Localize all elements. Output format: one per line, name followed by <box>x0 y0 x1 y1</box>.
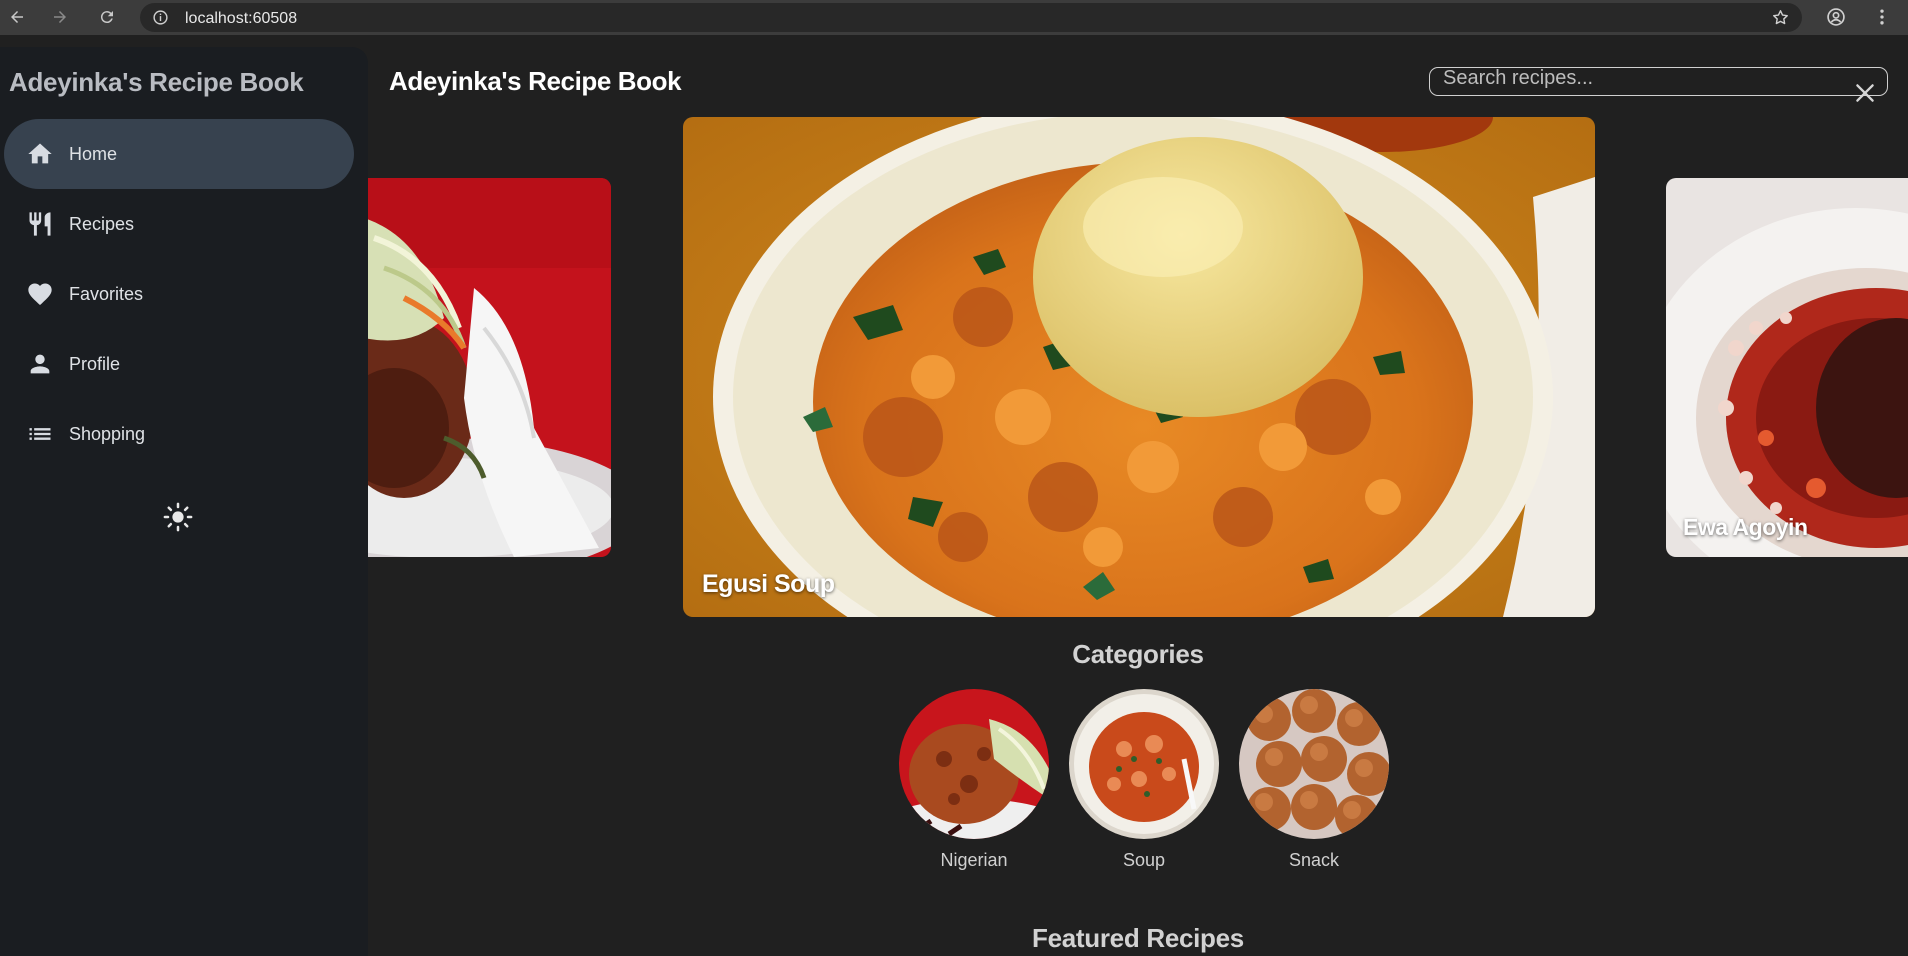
sidebar-item-label: Home <box>69 144 118 164</box>
sidebar-item-recipes[interactable]: Recipes <box>4 189 354 259</box>
search-input[interactable] <box>1430 68 1887 95</box>
list-icon <box>29 428 51 440</box>
profile-icon[interactable] <box>1826 7 1846 27</box>
sidebar-item-label: Recipes <box>69 214 135 234</box>
sidebar-item-label: Profile <box>69 354 121 374</box>
reload-icon[interactable] <box>96 6 118 28</box>
sidebar-item-shopping[interactable]: Shopping <box>4 399 354 469</box>
category-label: Snack <box>1288 850 1340 870</box>
slide-caption: Ewa Agoyin <box>1683 514 1808 540</box>
featured-recipes-title: Featured Recipes <box>1032 923 1244 953</box>
forward-icon[interactable] <box>49 6 71 28</box>
sidebar: Adeyinka's Recipe Book Home Recipes Favo… <box>0 47 368 956</box>
app-root: Adeyinka's Recipe Book Home Recipes Favo… <box>0 35 1908 956</box>
search-box[interactable] <box>1429 67 1888 96</box>
page-title: Adeyinka's Recipe Book <box>389 66 682 96</box>
site-info-icon[interactable] <box>152 9 169 26</box>
sun-icon[interactable] <box>163 502 193 532</box>
menu-dots-icon[interactable] <box>1872 7 1892 27</box>
sidebar-brand: Adeyinka's Recipe Book <box>9 67 304 97</box>
category-nigerian[interactable]: Nigerian <box>899 689 1049 871</box>
home-icon <box>28 143 52 164</box>
carousel-slide-current[interactable]: Egusi Soup <box>683 117 1595 617</box>
main-content: Adeyinka's Recipe Book Search recipes...… <box>368 35 1908 956</box>
category-image <box>899 689 1049 839</box>
sidebar-item-home[interactable]: Home <box>4 119 354 189</box>
bookmark-star-icon[interactable] <box>1771 8 1790 27</box>
person-icon <box>30 354 50 374</box>
sidebar-item-label: Favorites <box>69 284 144 304</box>
close-icon[interactable] <box>1852 80 1878 106</box>
category-snack[interactable]: Snack <box>1239 689 1389 871</box>
address-bar[interactable]: localhost:60508 <box>140 3 1802 32</box>
sidebar-item-label: Shopping <box>69 424 146 444</box>
carousel-slide-next[interactable]: Ewa Agoyin <box>1666 178 1908 557</box>
sidebar-item-profile[interactable]: Profile <box>4 329 354 399</box>
slide-caption: Egusi Soup <box>702 570 835 598</box>
category-image <box>1239 689 1389 839</box>
categories-title: Categories <box>1072 639 1204 669</box>
heart-icon <box>28 283 52 305</box>
jollof-rice-image <box>368 178 611 557</box>
carousel-slide-previous[interactable] <box>368 178 611 557</box>
browser-toolbar: localhost:60508 <box>0 0 1908 35</box>
ewa-agoyin-image <box>1666 178 1908 557</box>
sidebar-item-favorites[interactable]: Favorites <box>4 259 354 329</box>
category-label: Soup <box>1122 850 1166 870</box>
category-label: Nigerian <box>940 850 1008 870</box>
url-text[interactable]: localhost:60508 <box>185 10 297 28</box>
fork-knife-icon <box>29 212 51 236</box>
category-soup[interactable]: Soup <box>1069 689 1219 871</box>
egusi-soup-image <box>683 117 1595 617</box>
back-icon[interactable] <box>6 6 28 28</box>
category-image <box>1069 689 1219 839</box>
